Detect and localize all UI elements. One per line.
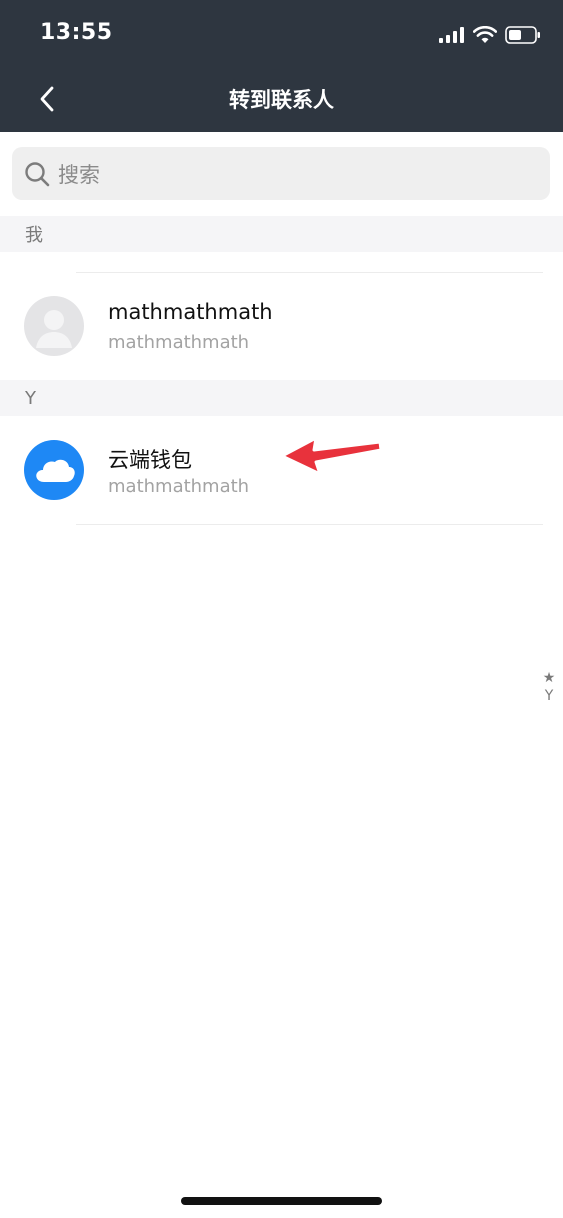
- page-title: 转到联系人: [229, 88, 334, 112]
- home-indicator: [181, 1197, 382, 1205]
- contact-subtitle: mathmathmath: [108, 476, 250, 497]
- section-header-me: 我: [0, 216, 563, 252]
- contact-subtitle: mathmathmath: [108, 332, 250, 353]
- signal-icon: [439, 27, 464, 43]
- search-icon: [25, 161, 50, 186]
- default-avatar: [24, 296, 84, 356]
- cloud-wallet-avatar: [24, 440, 84, 500]
- search-placeholder: 搜索: [58, 162, 100, 187]
- status-icons: [439, 24, 541, 46]
- contact-name: 云端钱包: [108, 448, 192, 472]
- divider: [76, 524, 543, 525]
- wifi-icon: [473, 26, 497, 43]
- divider: [76, 272, 543, 273]
- index-bar[interactable]: ★ Y: [541, 670, 557, 704]
- section-header-y: Y: [0, 380, 563, 416]
- navigation-header: 13:55 转到联系人: [0, 0, 563, 132]
- red-arrow-annotation: [280, 436, 383, 476]
- index-letter-y[interactable]: Y: [545, 688, 554, 704]
- index-star[interactable]: ★: [543, 670, 556, 686]
- battery-icon: [505, 26, 540, 44]
- contact-name: mathmathmath: [108, 300, 273, 324]
- status-time: 13:55: [40, 20, 113, 45]
- person-silhouette-icon: [36, 310, 72, 348]
- contact-row-self[interactable]: mathmathmath mathmathmath: [0, 276, 563, 376]
- search-input[interactable]: 搜索: [12, 147, 550, 200]
- cloud-icon: [36, 459, 75, 482]
